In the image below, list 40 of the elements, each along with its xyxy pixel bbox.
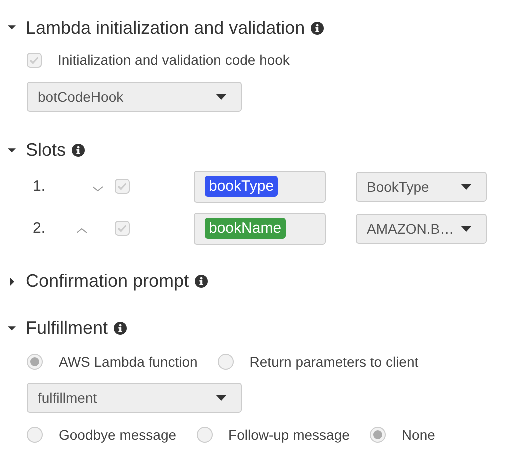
caret-icon[interactable] xyxy=(6,324,16,334)
option-label: Follow-up message xyxy=(228,426,350,442)
checkbox[interactable] xyxy=(115,178,130,194)
section-title: Lambda initialization and validation xyxy=(26,18,306,38)
radio-button[interactable] xyxy=(27,426,43,442)
info-icon[interactable] xyxy=(195,275,208,288)
radio-button[interactable] xyxy=(218,354,234,370)
option-label: AWS Lambda function xyxy=(59,354,198,370)
section-title: Slots xyxy=(26,140,66,161)
caret-icon xyxy=(461,184,472,190)
slot-number: 2. xyxy=(32,220,47,237)
slot-name-field[interactable]: bookType xyxy=(194,170,326,202)
info-icon[interactable] xyxy=(311,22,324,34)
section-title: Confirmation prompt xyxy=(26,271,190,292)
option-label: Initialization and validation code hook xyxy=(58,52,290,68)
checkbox[interactable] xyxy=(27,52,42,68)
chevron-icon[interactable] xyxy=(77,228,87,234)
option-label: Return parameters to client xyxy=(250,354,419,370)
dropdown[interactable]: fulfillment xyxy=(27,382,242,412)
checkbox[interactable] xyxy=(115,220,130,236)
slot-number: 1. xyxy=(32,178,47,195)
radio-button[interactable] xyxy=(370,426,386,442)
dropdown[interactable]: AMAZON.B… xyxy=(356,214,487,244)
caret-icon xyxy=(216,394,227,400)
dropdown[interactable]: botCodeHook xyxy=(27,82,242,112)
radio-button[interactable] xyxy=(196,426,213,442)
slot-tag: bookType xyxy=(205,176,278,197)
section-title: Fulfillment xyxy=(26,318,108,339)
info-icon[interactable] xyxy=(72,144,86,157)
slot-tag: bookName xyxy=(205,218,286,239)
option-label: Goodbye message xyxy=(59,426,177,442)
slot-name-field[interactable]: bookName xyxy=(194,212,326,244)
caret-icon xyxy=(461,226,472,232)
option-label: None xyxy=(402,426,436,442)
caret-icon xyxy=(216,94,227,100)
chevron-icon[interactable] xyxy=(93,186,103,192)
caret-icon[interactable] xyxy=(6,146,16,156)
dropdown[interactable]: BookType xyxy=(356,172,487,202)
info-icon[interactable] xyxy=(114,322,128,335)
radio-button[interactable] xyxy=(27,354,43,370)
